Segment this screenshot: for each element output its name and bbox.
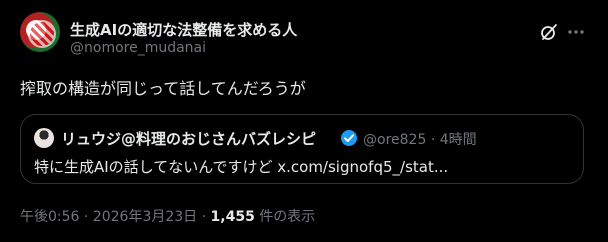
quoted-author-avatar xyxy=(34,128,54,148)
post-time[interactable]: 午後0:56 xyxy=(20,209,79,225)
post-meta: 午後0:56 · 2026年3月23日 · 1,455 件の表示 xyxy=(20,206,315,226)
quoted-author-name: リュウジ@料理のおじさんバズレシピ xyxy=(61,130,317,148)
quoted-author-handle: @ore825 xyxy=(363,132,427,148)
meta-separator: · xyxy=(83,209,89,225)
views-count: 1,455 xyxy=(210,209,255,225)
more-icon[interactable] xyxy=(566,22,586,42)
author-avatar[interactable] xyxy=(20,12,60,52)
post-date[interactable]: 2026年3月23日 xyxy=(93,209,197,225)
quoted-post-card[interactable]: リュウジ@料理のおじさんバズレシピ @ore825 · 4時間 特に生成AIの話… xyxy=(20,114,584,184)
author-name[interactable]: 生成AIの適切な法整備を求める人 xyxy=(70,19,297,40)
quoted-post-text: 特に生成AIの話してないんですけど x.com/signofq5_/stat..… xyxy=(34,158,449,176)
post-text: 搾取の構造が同じって話してんだろうが xyxy=(20,79,306,98)
quoted-meta-separator: · xyxy=(430,132,436,148)
meta-separator: · xyxy=(201,209,207,225)
views-label: 件の表示 xyxy=(259,209,316,225)
quoted-post-time: 4時間 xyxy=(439,132,477,148)
verified-badge-icon xyxy=(341,130,357,146)
author-handle[interactable]: @nomore_mudanai xyxy=(70,40,206,56)
quoted-author-meta: @ore825 · 4時間 xyxy=(363,129,477,149)
grok-icon[interactable] xyxy=(539,22,559,42)
